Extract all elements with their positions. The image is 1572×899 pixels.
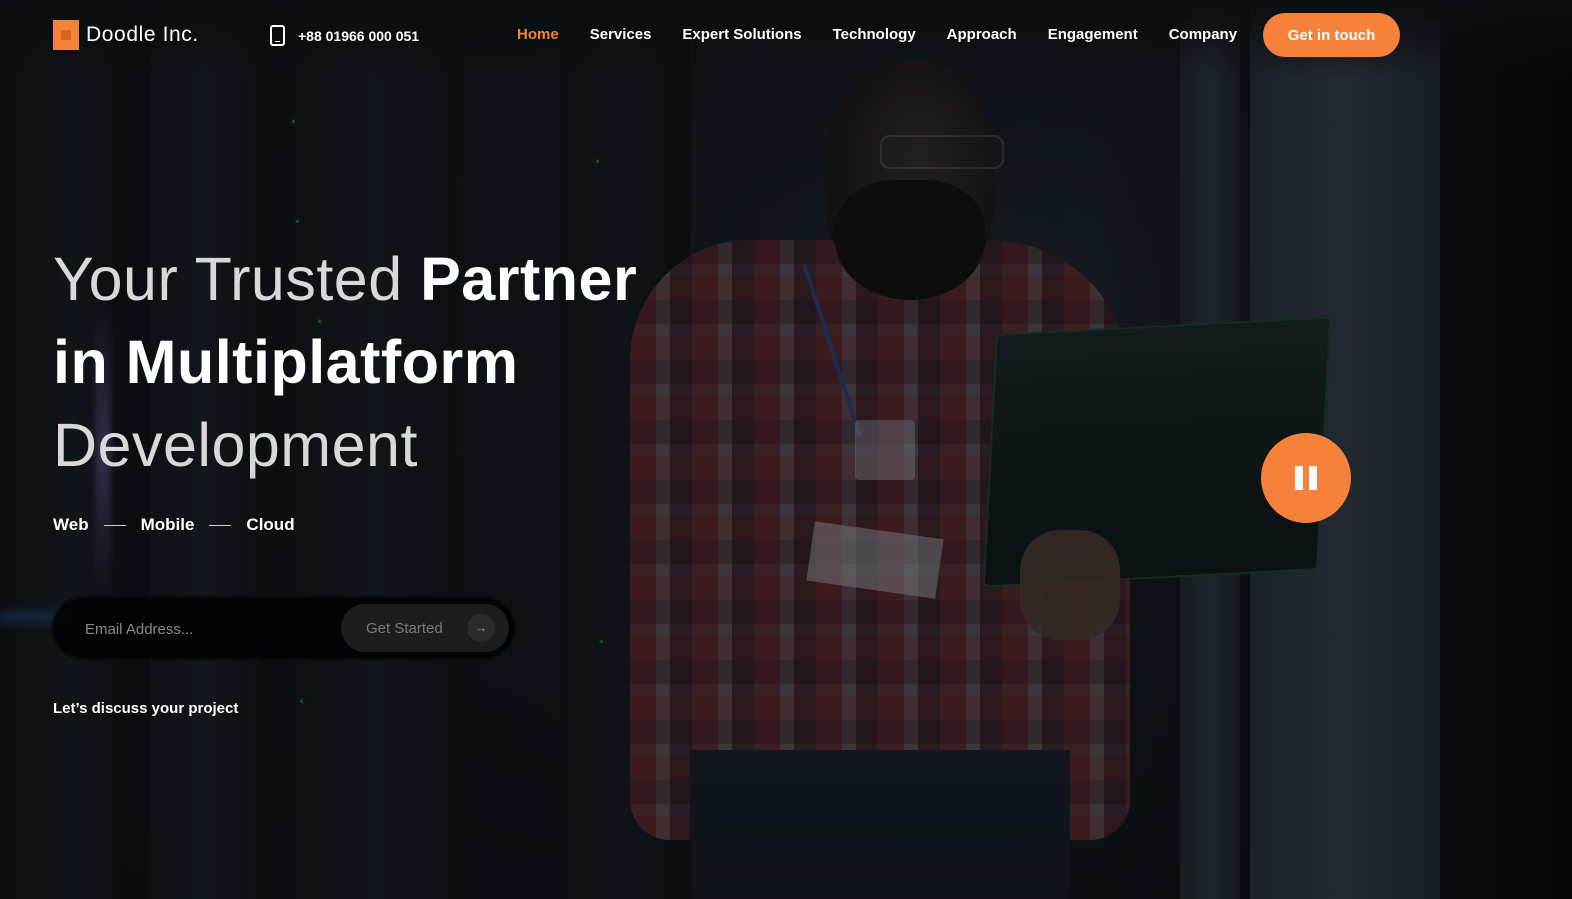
video-pause-button[interactable] — [1261, 433, 1351, 523]
site-header: Doodle Inc. +88 01966 000 051 Home Servi… — [0, 0, 1572, 70]
nav-item-services[interactable]: Services — [590, 26, 652, 43]
get-started-button[interactable]: Get Started → — [341, 604, 509, 652]
get-in-touch-button[interactable]: Get in touch — [1263, 13, 1400, 57]
main-nav: Home Services Expert Solutions Technolog… — [517, 26, 1268, 43]
phone-link[interactable]: +88 01966 000 051 — [270, 25, 419, 46]
platform-list: Web Mobile Cloud — [53, 515, 295, 535]
nav-item-technology[interactable]: Technology — [833, 26, 916, 43]
brand-logo[interactable]: Doodle Inc. — [53, 20, 199, 50]
hero-title-light: Your Trusted — [53, 245, 421, 313]
nav-item-expert-solutions[interactable]: Expert Solutions — [682, 26, 801, 43]
nav-item-company[interactable]: Company — [1169, 26, 1237, 43]
separator-line — [209, 524, 232, 526]
phone-icon — [270, 25, 285, 46]
separator-line — [103, 524, 126, 526]
brand-name: Doodle Inc. — [86, 23, 199, 46]
hero-title: Your Trusted Partner in Multiplatform De… — [53, 238, 637, 487]
nav-item-engagement[interactable]: Engagement — [1048, 26, 1138, 43]
hero-title-light: Development — [53, 411, 418, 479]
discuss-project-link[interactable]: Let’s discuss your project — [53, 700, 238, 717]
get-started-label: Get Started — [366, 619, 443, 637]
nav-item-approach[interactable]: Approach — [947, 26, 1017, 43]
nav-item-home[interactable]: Home — [517, 26, 559, 43]
email-signup-form: Get Started → — [53, 598, 514, 658]
arrow-right-icon: → — [467, 614, 495, 642]
logo-icon — [53, 20, 79, 50]
email-input[interactable] — [83, 616, 337, 642]
phone-number: +88 01966 000 051 — [298, 27, 420, 44]
platform-web: Web — [53, 515, 89, 534]
platform-cloud: Cloud — [246, 515, 295, 534]
hero-title-bold: in Multiplatform — [53, 328, 519, 396]
platform-mobile: Mobile — [140, 515, 195, 534]
hero-title-bold: Partner — [420, 245, 638, 313]
